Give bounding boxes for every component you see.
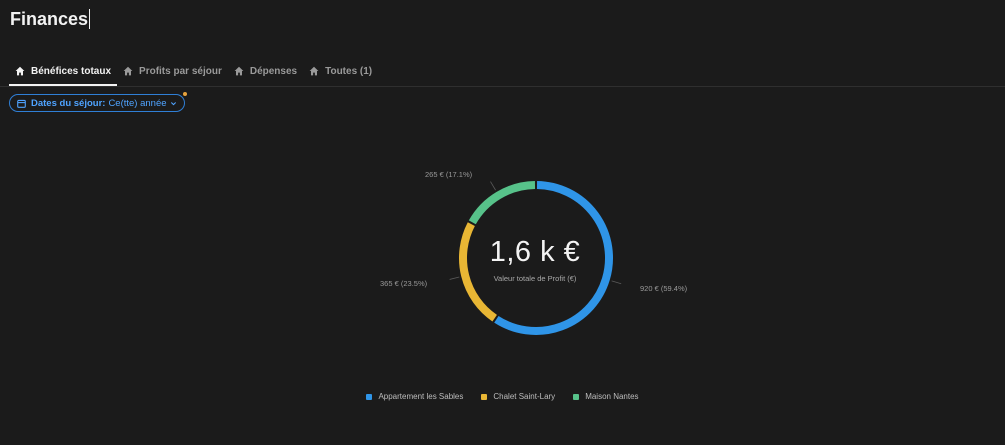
legend-item-maison[interactable]: Maison Nantes (573, 392, 639, 401)
legend-label: Appartement les Sables (378, 392, 464, 401)
legend-label: Maison Nantes (585, 392, 639, 401)
legend-swatch (573, 393, 580, 400)
total-profit-value: 1,6 k € (489, 236, 581, 268)
legend-label: Chalet Saint-Lary (493, 392, 556, 401)
donut-svg (449, 181, 622, 335)
profit-donut-chart (0, 0, 1005, 440)
leader-line-maison (490, 181, 496, 191)
legend-item-chalet[interactable]: Chalet Saint-Lary (481, 392, 555, 401)
slice-label-appartement: 920 € (59.4%) (640, 284, 688, 293)
chart-legend: Appartement les Sables Chalet Saint-Lary… (0, 392, 1005, 401)
slice-label-chalet: 365 € (23.5%) (380, 279, 428, 288)
slice-label-maison: 265 € (17.1%) (425, 170, 473, 179)
legend-swatch (366, 393, 373, 400)
legend-item-appartement[interactable]: Appartement les Sables (366, 392, 463, 401)
legend-swatch (481, 393, 488, 400)
donut-slice-maison[interactable] (468, 181, 536, 225)
total-profit-caption: Valeur totale de Profit (€) (493, 274, 577, 283)
